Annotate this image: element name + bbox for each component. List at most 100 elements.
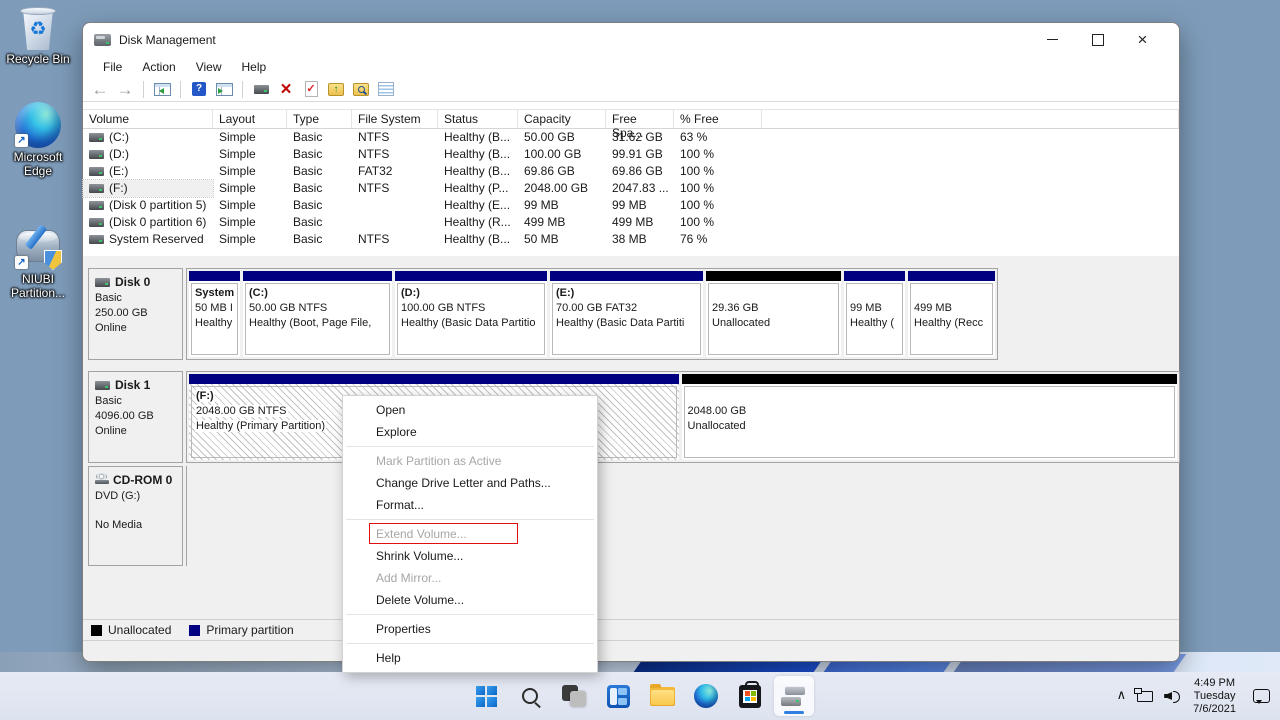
volume-cell[interactable]: (E:) (83, 163, 213, 180)
disk0-label-panel[interactable]: Disk 0 Basic 250.00 GB Online (88, 268, 183, 360)
column-header-free-space[interactable]: Free Spa... (606, 110, 674, 128)
menu-item-shrink-volume[interactable]: Shrink Volume... (343, 545, 597, 567)
menu-view[interactable]: View (186, 60, 232, 74)
folder-import-icon[interactable]: ↑ (326, 80, 346, 99)
partition-d[interactable]: (D:)100.00 GB NTFSHealthy (Basic Data Pa… (395, 271, 547, 357)
disk-management-taskbar-button[interactable] (774, 676, 814, 716)
partition-system-reserved[interactable]: System50 MB IHealthy (189, 271, 240, 357)
column-header-volume[interactable]: Volume (83, 110, 213, 128)
column-header-status[interactable]: Status (438, 110, 518, 128)
titlebar[interactable]: Disk Management (83, 23, 1179, 56)
legend-primary-label: Primary partition (206, 623, 293, 637)
taskbar-clock[interactable]: 4:49 PM Tuesday 7/6/2021 (1193, 677, 1236, 716)
unallocated-space-disk1[interactable]: 2048.00 GBUnallocated (682, 374, 1177, 460)
volume-cell[interactable]: (C:) (83, 129, 213, 146)
table-row[interactable]: (Disk 0 partition 6) SimpleBasic Healthy… (83, 214, 1179, 231)
disk1-label-panel[interactable]: Disk 1 Basic 4096.00 GB Online (88, 371, 183, 463)
minimize-button[interactable] (1030, 23, 1075, 56)
cdrom-label-panel[interactable]: CD-ROM 0 DVD (G:) No Media (88, 466, 183, 566)
unallocated-space-disk0[interactable]: 29.36 GBUnallocated (706, 271, 841, 357)
volume-cell[interactable]: (Disk 0 partition 6) (83, 214, 213, 231)
partition-99mb[interactable]: 99 MBHealthy ( (844, 271, 905, 357)
toolbar-separator (242, 81, 243, 98)
task-list-icon[interactable] (376, 80, 396, 99)
disk1-track: (F:) 2048.00 GB NTFS Healthy (Primary Pa… (186, 371, 1180, 463)
layout-cell: Simple (213, 129, 287, 146)
desktop-icon-recycle-bin[interactable]: ♻ Recycle Bin (3, 6, 73, 66)
partition-c[interactable]: (C:)50.00 GB NTFSHealthy (Boot, Page Fil… (243, 271, 392, 357)
partition-499mb[interactable]: 499 MBHealthy (Recc (908, 271, 995, 357)
show-console-tree-icon[interactable] (152, 80, 172, 99)
legend-unallocated-label: Unallocated (108, 623, 171, 637)
table-row[interactable]: (D:) SimpleBasic NTFSHealthy (B... 100.0… (83, 146, 1179, 163)
check-document-icon[interactable]: ✓ (301, 80, 321, 99)
folder-search-icon[interactable] (351, 80, 371, 99)
volume-cell[interactable]: (F:) (83, 180, 213, 197)
hidden-icons-chevron-icon[interactable]: ∧ (1117, 687, 1127, 703)
menu-item-format[interactable]: Format... (343, 494, 597, 516)
menu-separator (346, 614, 594, 615)
desktop-icon-label: Recycle Bin (3, 52, 73, 66)
volume-cell[interactable]: System Reserved (83, 231, 213, 248)
maximize-button[interactable] (1075, 23, 1120, 56)
hdd-icon (95, 278, 110, 287)
menu-item-change-drive-letter[interactable]: Change Drive Letter and Paths... (343, 472, 597, 494)
widgets-button[interactable] (598, 676, 638, 716)
menu-action[interactable]: Action (132, 60, 185, 74)
table-row[interactable]: (C:) Simple Basic NTFS Healthy (B... 50.… (83, 129, 1179, 146)
desktop-icon-microsoft-edge[interactable]: ↗ Microsoft Edge (3, 102, 73, 178)
delete-icon[interactable]: × (276, 80, 296, 99)
unallocated-bar (682, 374, 1177, 384)
column-header-capacity[interactable]: Capacity (518, 110, 606, 128)
disk0-row: Disk 0 Basic 250.00 GB Online System50 M… (83, 268, 1179, 360)
table-row[interactable]: (E:) SimpleBasic FAT32Healthy (B... 69.8… (83, 163, 1179, 180)
volume-cell[interactable]: (D:) (83, 146, 213, 163)
column-header-layout[interactable]: Layout (213, 110, 287, 128)
notification-center-icon[interactable] (1253, 689, 1270, 703)
task-view-button[interactable] (554, 676, 594, 716)
back-icon[interactable]: ← (90, 80, 110, 99)
desktop-icon-niubi-partition[interactable]: ↗ NIUBI Partition... (3, 222, 73, 300)
menu-item-delete-volume[interactable]: Delete Volume... (343, 589, 597, 611)
edge-button[interactable] (686, 676, 726, 716)
menu-separator (346, 643, 594, 644)
start-button[interactable] (466, 676, 506, 716)
column-header-file-system[interactable]: File System (352, 110, 438, 128)
help-icon[interactable]: ? (189, 80, 209, 99)
volume-table-header: Volume Layout Type File System Status Ca… (83, 109, 1179, 129)
menu-bar: File Action View Help (83, 56, 1179, 77)
store-button[interactable] (730, 676, 770, 716)
disk-management-window: Disk Management × File Action View Help … (82, 22, 1180, 662)
menu-separator (346, 519, 594, 520)
close-button[interactable]: × (1120, 23, 1165, 56)
volume-icon (89, 150, 104, 159)
show-action-pane-icon[interactable] (214, 80, 234, 99)
partition-e[interactable]: (E:)70.00 GB FAT32Healthy (Basic Data Pa… (550, 271, 703, 357)
table-row[interactable]: System Reserved SimpleBasic NTFSHealthy … (83, 231, 1179, 248)
forward-icon[interactable]: → (115, 80, 135, 99)
unallocated-bar (706, 271, 841, 281)
clock-date: 7/6/2021 (1193, 703, 1236, 716)
inspect-disk-icon[interactable] (251, 80, 271, 99)
task-view-icon (562, 685, 586, 707)
menu-file[interactable]: File (93, 60, 132, 74)
menu-item-help[interactable]: Help (343, 647, 597, 669)
menu-help[interactable]: Help (232, 60, 277, 74)
window-title: Disk Management (119, 33, 216, 47)
menu-item-open[interactable]: Open (343, 399, 597, 421)
red-annotation-box (369, 523, 518, 544)
toolbar: ← → ? × ✓ ↑ (83, 77, 1179, 102)
table-row[interactable]: (Disk 0 partition 5) SimpleBasic Healthy… (83, 197, 1179, 214)
volume-cell[interactable]: (Disk 0 partition 5) (83, 197, 213, 214)
menu-item-explore[interactable]: Explore (343, 421, 597, 443)
volume-icon (89, 133, 104, 142)
column-header-type[interactable]: Type (287, 110, 352, 128)
volume-icon[interactable] (1164, 689, 1182, 703)
table-row-selected[interactable]: (F:) SimpleBasic NTFSHealthy (P... 2048.… (83, 180, 1179, 197)
column-header-pct-free[interactable]: % Free (674, 110, 762, 128)
search-button[interactable] (510, 676, 550, 716)
menu-item-properties[interactable]: Properties (343, 618, 597, 640)
volume-icon (89, 235, 104, 244)
file-explorer-button[interactable] (642, 676, 682, 716)
network-icon[interactable] (1137, 691, 1153, 702)
